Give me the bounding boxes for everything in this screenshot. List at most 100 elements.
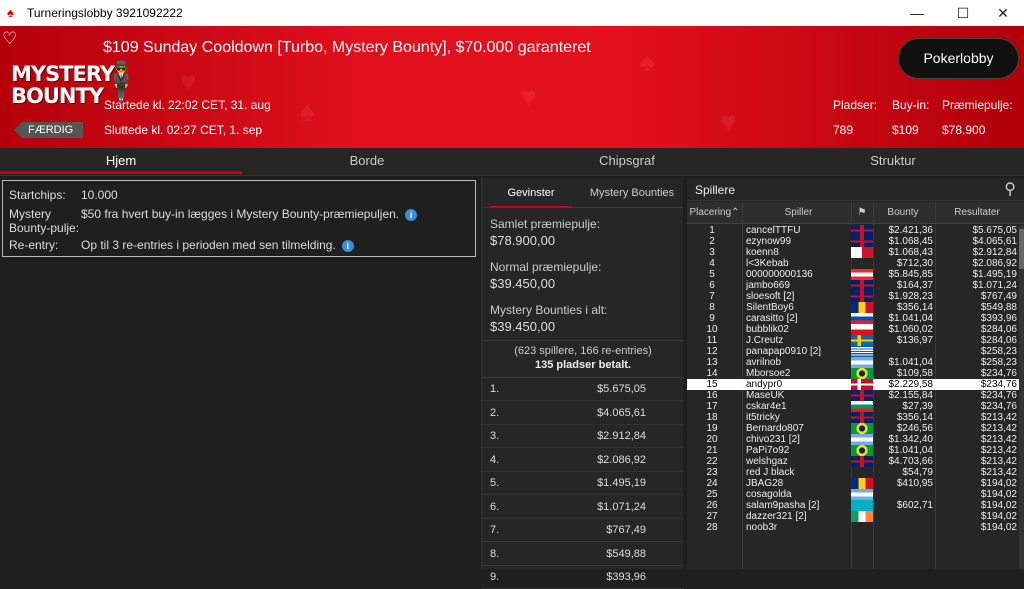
player-row[interactable]: 18 it5tricky $356,14 $213,42 [687, 412, 1024, 423]
bounty-pool-value: $50 fra hvert buy-in lægges i Mystery Bo… [81, 207, 418, 221]
player-place: 7 [709, 291, 715, 302]
sort-up-icon: ⌃ [731, 207, 740, 218]
country-flag-icon [851, 478, 873, 489]
player-row[interactable]: 10 bubblik02 $1.060,02 $284,06 [687, 324, 1024, 335]
minimize-button[interactable]: — [894, 0, 940, 26]
country-flag-icon [851, 456, 873, 467]
player-row[interactable]: 25 cosagolda $194,02 [687, 489, 1024, 500]
player-row[interactable]: 22 welshgaz $4.703,66 $213,42 [687, 456, 1024, 467]
tab-home[interactable]: Hjem [0, 148, 242, 176]
player-row[interactable]: 9 carasitto [2] $1.041,04 $393,96 [687, 313, 1024, 324]
close-button[interactable]: ✕ [980, 0, 1024, 26]
player-result: $213,42 [980, 445, 1017, 456]
players-scrollbar[interactable] [1019, 225, 1024, 569]
end-time: Sluttede kl. 02:27 CET, 1. sep [104, 123, 263, 137]
tab-tables[interactable]: Borde [242, 148, 492, 176]
col-results[interactable]: Resultater [937, 207, 1017, 218]
player-row[interactable]: 17 cskar4e1 $27,39 $234,76 [687, 401, 1024, 412]
window-titlebar: ♠ Turneringslobby 3921092222 — ☐ ✕ [0, 0, 1024, 26]
reentry-text: Op til 3 re-entries i perioden med sen t… [81, 238, 336, 252]
player-result: $234,76 [980, 390, 1017, 401]
player-name: Mborsoe2 [746, 368, 791, 379]
tab-winnings[interactable]: Gevinster [482, 178, 580, 208]
player-bounty: $1.041,04 [888, 313, 934, 324]
payout-row: 9. $393,96 [482, 566, 684, 589]
normal-prizepool-label: Normal præmiepulje: [490, 260, 602, 274]
player-result: $194,02 [980, 489, 1017, 500]
player-row[interactable]: 23 red J black $54,79 $213,42 [687, 467, 1024, 478]
tab-mystery-bounties[interactable]: Mystery Bounties [580, 178, 684, 208]
player-row[interactable]: 6 jambo669 $164,37 $1.071,24 [687, 280, 1024, 291]
col-player[interactable]: Spiller [746, 207, 851, 218]
prize-tabs: Gevinster Mystery Bounties [482, 178, 683, 208]
country-flag-icon [851, 489, 873, 500]
player-row[interactable]: 19 Bernardo807 $246,56 $213,42 [687, 423, 1024, 434]
info-icon[interactable]: i [341, 240, 354, 252]
player-row[interactable]: 14 Mborsoe2 $109,58 $234,76 [687, 368, 1024, 379]
payout-place: 7. [490, 524, 500, 536]
player-place: 27 [706, 511, 718, 522]
tab-chip-graph[interactable]: Chipsgraf [492, 148, 762, 176]
payout-amount: $393,96 [606, 571, 646, 583]
reentry-label: Re-entry: [9, 238, 59, 252]
bounties-total-value: $39.450,00 [490, 319, 556, 334]
player-row[interactable]: 2 ezynow99 $1.068,45 $4.065,61 [687, 236, 1024, 247]
player-bounty: $1.928,23 [888, 291, 934, 302]
player-result: $234,76 [980, 368, 1017, 379]
col-place[interactable]: Placering⌃ [687, 207, 742, 218]
player-result: $213,42 [980, 434, 1017, 445]
player-row[interactable]: 11 J.Creutz $136,97 $284,06 [687, 335, 1024, 346]
country-flag-icon [851, 467, 873, 478]
scrollbar-thumb[interactable] [1019, 229, 1024, 269]
player-name: sloesoft [2] [746, 291, 795, 302]
player-row[interactable]: 3 koenn8 $1.068,43 $2.912,84 [687, 247, 1024, 258]
player-bounty: $410,95 [896, 478, 933, 489]
country-flag-icon [851, 445, 873, 456]
payout-amount: $5.675,05 [597, 383, 646, 395]
player-row[interactable]: 5 000000000136 $5.845,85 $1.495,19 [687, 269, 1024, 280]
country-flag-icon [851, 379, 873, 390]
player-row[interactable]: 26 salam9pasha [2] $602,71 $194,02 [687, 500, 1024, 511]
player-name: salam9pasha [2] [746, 500, 820, 511]
player-result: $194,02 [980, 500, 1017, 511]
player-result: $234,76 [980, 401, 1017, 412]
player-row[interactable]: 21 PaPi7o92 $1.041,04 $213,42 [687, 445, 1024, 456]
col-bounty[interactable]: Bounty [873, 207, 933, 218]
player-row[interactable]: 24 JBAG28 $410,95 $194,02 [687, 478, 1024, 489]
player-result: $284,06 [980, 324, 1017, 335]
player-result: $5.675,05 [972, 225, 1018, 236]
player-row[interactable]: 15 andypr0 $2.229,58 $234,76 [687, 379, 1024, 390]
player-row[interactable]: 1 cancelTTFU $2.421,36 $5.675,05 [687, 225, 1024, 236]
player-row[interactable]: 7 sloesoft [2] $1.928,23 $767,49 [687, 291, 1024, 302]
search-icon[interactable]: ⚲ [1004, 179, 1016, 199]
player-row[interactable]: 4 l<3Kebab $712,30 $2.086,92 [687, 258, 1024, 269]
col-flag[interactable]: ⚑ [851, 207, 873, 218]
tab-structure[interactable]: Struktur [762, 148, 1024, 176]
player-row[interactable]: 8 SilentBoy6 $356,14 $549,88 [687, 302, 1024, 313]
player-name: cosagolda [746, 489, 792, 500]
player-bounty: $136,97 [896, 335, 933, 346]
player-row[interactable]: 28 noob3r $194,02 [687, 522, 1024, 533]
player-place: 24 [706, 478, 718, 489]
info-icon[interactable]: i [405, 209, 418, 221]
player-row[interactable]: 13 avrilnob $1.041,04 $258,23 [687, 357, 1024, 368]
player-result: $1.071,24 [972, 280, 1018, 291]
player-row[interactable]: 20 chivo231 [2] $1.342,40 $213,42 [687, 434, 1024, 445]
player-result: $767,49 [980, 291, 1017, 302]
payout-place: 1. [490, 383, 500, 395]
country-flag-icon [851, 522, 873, 533]
poker-lobby-button[interactable]: Pokerlobby [898, 38, 1019, 79]
paid-places: 135 pladser betalt. [535, 359, 631, 371]
total-prizepool-label: Samlet præmiepulje: [490, 217, 601, 231]
status-badge: FÆRDIG [14, 122, 84, 138]
reentry-value: Op til 3 re-entries i perioden med sen t… [81, 238, 354, 252]
player-row[interactable]: 27 dazzer321 [2] $194,02 [687, 511, 1024, 522]
player-bounty: $356,14 [896, 412, 933, 423]
player-row[interactable]: 12 panapap0910 [2] $258,23 [687, 346, 1024, 357]
favorite-heart-icon[interactable]: ♡ [2, 29, 17, 49]
players-header: Spillere ⚲ [687, 178, 1024, 201]
player-result: $194,02 [980, 511, 1017, 522]
country-flag-icon [851, 412, 873, 423]
player-bounty: $1.060,02 [888, 324, 934, 335]
player-row[interactable]: 16 MaseUK $2.155,84 $234,76 [687, 390, 1024, 401]
